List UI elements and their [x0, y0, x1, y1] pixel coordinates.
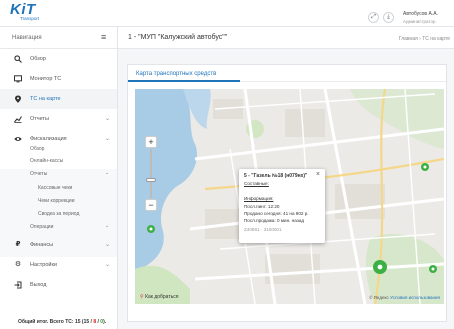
vehicle-marker[interactable]: [429, 265, 437, 273]
sidebar-item-logout[interactable]: Выход: [0, 275, 117, 295]
total-green: 0: [100, 319, 104, 325]
vehicle-marker[interactable]: [147, 225, 155, 233]
popup-last-ping: Посл.пинг: 12:20: [244, 204, 280, 209]
map-attribution: © Яндекс Условия использования: [369, 295, 440, 300]
menu-toggle-icon[interactable]: ≡: [101, 32, 106, 42]
popup-last-sale: Посл.продажа: 0 мин. назад: [244, 218, 305, 223]
popup-coords: Z40891 · 3100001: [244, 227, 282, 232]
submenu-item-receipts[interactable]: Кассовые чеки: [0, 182, 117, 194]
sidebar-item-settings[interactable]: ⚙ Настройки ⌄: [0, 255, 117, 275]
submenu-item-label: Отчеты: [30, 171, 48, 177]
user-name: Автобусов А.А.: [403, 11, 438, 17]
sidebar-item-label: Обзор: [30, 56, 46, 62]
chevron-down-icon: ⌄: [105, 136, 111, 142]
sidebar-item-overview[interactable]: Обзор: [0, 49, 117, 69]
attribution-text: © Яндекс: [369, 295, 389, 300]
main-content: 1 - "МУП "Калужский автобус"" Главная › …: [118, 27, 454, 329]
chevron-down-icon: ⌄: [105, 242, 111, 248]
submenu-item-label: Операции: [30, 224, 54, 230]
sidebar-item-vehicles-map[interactable]: ТС на карте: [0, 89, 117, 109]
submenu-item-label: Сводка за период: [38, 211, 80, 217]
app-logo[interactable]: KiT Transport: [10, 1, 62, 23]
submenu-item-label: Кассовые чеки: [38, 185, 73, 191]
gears-icon: ⚙: [14, 261, 22, 268]
sidebar-title: Навигация: [12, 35, 42, 41]
monitor-icon: [14, 75, 22, 83]
sidebar-item-label: Финансы: [30, 242, 54, 248]
eye-icon: [14, 135, 22, 143]
chevron-down-icon: ⌄: [105, 116, 111, 122]
panel-header: Карта транспортных средств: [128, 65, 448, 82]
user-role: Администратор: [403, 19, 436, 24]
money-icon: ₽: [15, 241, 21, 248]
submenu-item-operations[interactable]: Операции ⌄: [0, 221, 117, 233]
map-pin-icon: ⚲: [140, 294, 144, 300]
submenu-item-label: Онлайн-кассы: [30, 158, 64, 164]
submenu-item-corrections[interactable]: Чеки коррекции: [0, 195, 117, 207]
popup-sold-today: Продано сегодня: 41 на 902 р.: [244, 211, 309, 216]
sidebar-item-label: Фискализация: [30, 136, 67, 142]
breadcrumb[interactable]: Главная › ТС на карте: [399, 36, 450, 42]
panel-title-underline: [128, 80, 240, 82]
submenu-item-period-summary[interactable]: Сводка за период: [0, 208, 117, 220]
map-pin-icon: [14, 95, 22, 103]
vehicle-marker[interactable]: [421, 163, 429, 171]
sidebar-item-label: Выход: [30, 282, 47, 288]
top-bar: KiT Transport ⤢ ⤓ Автобусов А.А. Админис…: [0, 0, 454, 27]
sidebar-item-finance[interactable]: ₽ Финансы ⌄: [0, 235, 117, 255]
popup-composition-link[interactable]: Составные:: [244, 181, 269, 186]
vehicle-marker[interactable]: [373, 260, 387, 274]
sidebar-item-label: ТС на карте: [30, 96, 61, 102]
route-link-label: Как добраться: [145, 294, 179, 300]
map-panel: Карта транспортных средств + − 5 - "Газе…: [127, 64, 448, 322]
sidebar: Навигация ≡ Обзор Монитор ТС ТС на карте…: [0, 27, 118, 329]
total-all: 15: [74, 319, 81, 325]
terms-link[interactable]: Условия использования: [390, 295, 440, 300]
search-icon: [14, 55, 22, 63]
total-red: 8: [93, 319, 97, 325]
submenu-item-overview[interactable]: Обзор: [0, 143, 117, 155]
sidebar-item-reports[interactable]: Отчеты ⌄: [0, 109, 117, 129]
sidebar-item-monitor[interactable]: Монитор ТС: [0, 69, 117, 89]
title-bar: 1 - "МУП "Калужский автобус"" Главная › …: [118, 27, 454, 49]
logo-main-text: KiT: [10, 1, 36, 18]
total-all-inner: 15: [83, 319, 90, 325]
exit-icon: [14, 281, 22, 289]
popup-info-label: Информация:: [244, 196, 274, 201]
logo-sub-text: Transport: [20, 16, 40, 21]
panel-title: Карта транспортных средств: [136, 71, 217, 77]
sidebar-item-label: Настройки: [30, 262, 57, 268]
chevron-down-icon: ⌄: [105, 170, 110, 176]
page-title: 1 - "МУП "Калужский автобус"": [128, 34, 228, 41]
close-icon[interactable]: ×: [316, 171, 320, 178]
submenu-item-online-cash[interactable]: Онлайн-кассы: [0, 155, 117, 167]
user-menu[interactable]: Автобусов А.А. Администратор: [403, 11, 453, 25]
total-label: Общий итог. Всего ТС:: [18, 319, 74, 325]
submenu-item-reports[interactable]: Отчеты ⌄: [0, 168, 117, 180]
sidebar-item-label: Отчеты: [30, 116, 50, 122]
sidebar-header: Навигация ≡: [0, 27, 117, 49]
route-link[interactable]: ⚲ Как добраться: [140, 294, 178, 300]
vehicle-map[interactable]: + − 5 - "Газель №18 (н079нх)" × Составны…: [135, 89, 444, 304]
vehicle-total: Общий итог. Всего ТС: 15 (15 / 8 / 0).: [18, 319, 107, 325]
popup-title: 5 - "Газель №18 (н079нх)": [244, 173, 308, 179]
submenu-item-label: Чеки коррекции: [38, 198, 75, 204]
download-icon[interactable]: ⤓: [383, 12, 394, 23]
fullscreen-icon[interactable]: ⤢: [368, 12, 379, 23]
chevron-down-icon: ⌄: [105, 262, 111, 268]
vehicle-popup: 5 - "Газель №18 (н079нх)" × Составные: И…: [239, 169, 325, 243]
chart-icon: [14, 115, 22, 123]
submenu-item-label: Обзор: [30, 146, 45, 152]
sidebar-item-label: Монитор ТС: [30, 76, 62, 82]
chevron-down-icon: ⌄: [105, 223, 110, 229]
